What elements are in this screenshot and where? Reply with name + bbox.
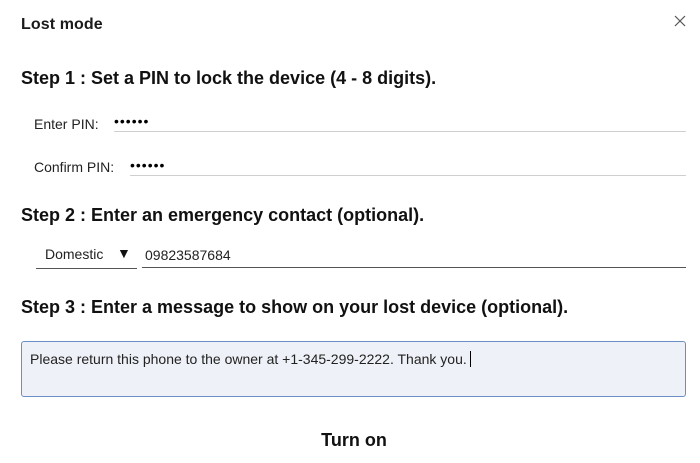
dialog-title: Lost mode <box>21 16 103 33</box>
turn-on-button[interactable]: Turn on <box>300 430 408 451</box>
emergency-phone-field[interactable] <box>142 243 686 268</box>
confirm-pin-field[interactable] <box>130 155 686 176</box>
enter-pin-label: Enter PIN: <box>34 116 99 132</box>
step3-heading: Step 3 : Enter a message to show on your… <box>21 297 569 317</box>
lost-message-text: Please return this phone to the owner at… <box>30 351 467 367</box>
lost-mode-dialog: Lost mode Step 1 : Set a PIN to lock the… <box>0 0 700 463</box>
step1-heading: Step 1 : Set a PIN to lock the device (4… <box>21 68 437 88</box>
region-selected-value: Domestic <box>45 246 104 262</box>
dropdown-arrow-icon: ▼ <box>117 245 131 261</box>
enter-pin-field[interactable] <box>114 111 686 132</box>
close-icon[interactable] <box>670 11 690 31</box>
region-dropdown[interactable]: Domestic ▼ <box>36 243 137 269</box>
step2-heading: Step 2 : Enter an emergency contact (opt… <box>21 205 425 225</box>
lost-message-field[interactable]: Please return this phone to the owner at… <box>21 341 686 397</box>
text-caret <box>469 351 471 367</box>
confirm-pin-label: Confirm PIN: <box>34 159 115 175</box>
